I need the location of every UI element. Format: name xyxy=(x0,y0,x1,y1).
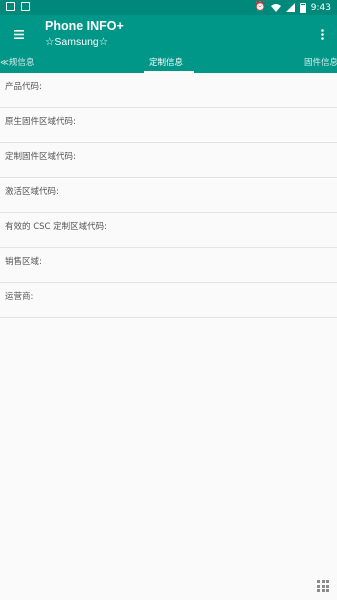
tab-general-info[interactable]: ≪规信息 xyxy=(0,56,34,68)
field-label: 产品代码: xyxy=(5,82,42,92)
field-label: 原生固件区域代码: xyxy=(5,117,76,127)
field-label: 运营商: xyxy=(5,292,34,302)
wifi-icon xyxy=(270,3,281,12)
list-item: 定制固件区域代码: xyxy=(0,143,337,178)
status-time: 9:43 xyxy=(310,2,331,13)
battery-icon xyxy=(299,2,306,13)
notification-icon xyxy=(6,2,15,11)
field-label: 激活区域代码: xyxy=(5,187,59,197)
grid-icon-dot xyxy=(321,584,325,588)
alarm-icon: ⏰ xyxy=(254,2,266,12)
grid-icon xyxy=(317,580,320,583)
device-subtitle: ☆Samsung☆ xyxy=(45,36,109,48)
field-label: 定制固件区域代码: xyxy=(5,152,76,162)
signal-icon xyxy=(285,3,295,12)
app-title: Phone INFO+ xyxy=(45,19,124,33)
grid-icon-dot xyxy=(326,584,329,588)
list-item: 激活区域代码: xyxy=(0,178,337,213)
grid-icon-dot xyxy=(321,580,325,583)
tab-custom-info[interactable]: 定制信息 xyxy=(149,56,183,68)
field-label: 销售区域: xyxy=(5,257,42,267)
grid-icon-dot xyxy=(326,580,329,583)
list-item: 运营商: xyxy=(0,283,337,318)
list-item: 原生固件区域代码: xyxy=(0,108,337,143)
list-item: 销售区域: xyxy=(0,248,337,283)
app-toolbar: Phone INFO+ ☆Samsung☆ xyxy=(0,15,337,52)
grid-icon-dot xyxy=(326,589,329,592)
info-list: 产品代码: 原生固件区域代码: 定制固件区域代码: 激活区域代码: 有效的 CS… xyxy=(0,73,337,318)
menu-button[interactable] xyxy=(10,25,28,43)
status-left-icons xyxy=(6,2,30,11)
field-label: 有效的 CSC 定制区域代码: xyxy=(5,222,108,232)
status-bar: ⏰ 9:43 xyxy=(0,0,337,15)
grid-icon-dot xyxy=(317,584,320,588)
tab-firmware-info[interactable]: 固件信息 xyxy=(304,56,337,68)
list-item: 有效的 CSC 定制区域代码: xyxy=(0,213,337,248)
grid-icon-dot xyxy=(317,589,320,592)
image-icon xyxy=(21,2,30,11)
tab-bar: ≪规信息 定制信息 固件信息 xyxy=(0,52,337,73)
more-vert-icon xyxy=(320,28,324,40)
overflow-menu-button[interactable] xyxy=(315,24,329,44)
status-right-icons: ⏰ 9:43 xyxy=(255,1,331,14)
grid-view-button[interactable] xyxy=(317,580,329,592)
menu-icon xyxy=(14,29,24,39)
grid-icon-dot xyxy=(321,589,325,592)
list-item: 产品代码: xyxy=(0,73,337,108)
